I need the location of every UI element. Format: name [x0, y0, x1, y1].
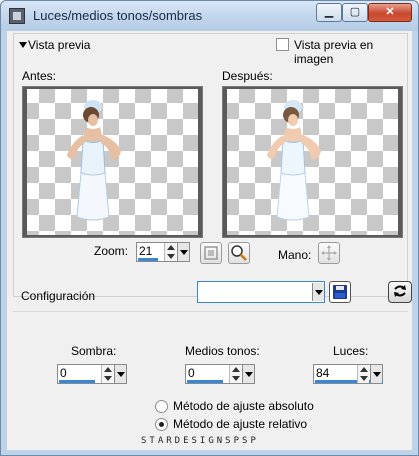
reset-arrows-icon — [394, 285, 406, 297]
zoom-to-fit-button[interactable] — [200, 242, 222, 264]
fit-icon — [204, 246, 218, 260]
floppy-disk-icon — [333, 285, 347, 299]
collapse-arrow-icon[interactable] — [19, 42, 27, 48]
preset-dropdown-button[interactable] — [312, 283, 324, 301]
midtones-dropdown-button[interactable] — [242, 365, 254, 383]
absolute-method-label[interactable]: Método de ajuste absoluto — [173, 399, 314, 413]
highlights-input[interactable] — [316, 366, 346, 380]
shadow-label: Sombra: — [71, 344, 117, 358]
highlights-label: Luces: — [333, 344, 369, 358]
shadow-dropdown-button[interactable] — [114, 365, 126, 383]
relative-method-label[interactable]: Método de ajuste relativo — [173, 417, 307, 431]
pan-label: Mano: — [278, 248, 312, 262]
pan-button[interactable] — [318, 242, 340, 264]
image-preview-checkbox[interactable] — [276, 38, 289, 51]
midtones-input[interactable] — [188, 366, 218, 380]
zoom-input[interactable] — [139, 244, 161, 258]
zoom-spinbox[interactable] — [136, 242, 190, 262]
preview-section-label[interactable]: Vista previa — [28, 38, 90, 52]
close-button[interactable]: ✕ — [368, 3, 412, 22]
absolute-method-radio[interactable] — [155, 400, 168, 413]
model-figure-image — [67, 100, 121, 221]
midtones-stepper[interactable] — [229, 365, 241, 383]
shadow-level-bar — [59, 380, 95, 383]
model-figure-image-adjusted — [267, 100, 321, 221]
zoom-tool-button[interactable] — [228, 242, 250, 264]
preview-panel: Vista previa Vista previa en imagen Ante… — [13, 33, 408, 297]
zoom-dropdown-button[interactable] — [177, 243, 189, 261]
before-preview[interactable] — [22, 86, 203, 238]
settings-row: Configuración — [13, 275, 412, 307]
highlights-dropdown-button[interactable] — [370, 365, 382, 383]
zoom-stepper[interactable] — [164, 243, 176, 261]
midtones-spinbox[interactable] — [185, 364, 255, 384]
window-title: Luces/medios tonos/sombras — [33, 8, 203, 23]
relative-method-radio[interactable] — [155, 418, 168, 431]
highlights-stepper[interactable] — [357, 365, 369, 383]
after-label: Después: — [222, 69, 273, 83]
settings-label: Configuración — [21, 289, 96, 303]
reset-button[interactable] — [388, 281, 412, 303]
after-preview[interactable] — [222, 86, 403, 238]
zoom-level-bar — [138, 258, 158, 261]
midtones-level-bar — [187, 380, 223, 383]
save-preset-button[interactable] — [329, 281, 351, 303]
app-icon — [9, 8, 25, 24]
minimize-button[interactable]: ▁ — [316, 3, 342, 22]
adjustment-panel: Sombra: Medios tonos: Luces: — [13, 311, 408, 447]
before-label: Antes: — [22, 69, 57, 83]
dialog-window: Luces/medios tonos/sombras ▁ ▢ ✕ Vista p… — [0, 0, 419, 456]
dialog-body: Vista previa Vista previa en imagen Ante… — [7, 31, 412, 450]
midtones-label: Medios tonos: — [185, 344, 260, 358]
move-icon — [321, 245, 337, 261]
maximize-button[interactable]: ▢ — [342, 3, 368, 22]
preset-combobox[interactable] — [197, 281, 325, 303]
image-preview-label[interactable]: Vista previa en imagen — [294, 38, 407, 66]
watermark-text: STARDESIGNSPSP — [141, 436, 259, 446]
title-bar[interactable]: Luces/medios tonos/sombras ▁ ▢ ✕ — [1, 1, 418, 31]
highlights-spinbox[interactable] — [313, 364, 383, 384]
shadow-stepper[interactable] — [101, 365, 113, 383]
shadow-input[interactable] — [60, 366, 90, 380]
shadow-spinbox[interactable] — [57, 364, 127, 384]
magnifier-icon — [231, 245, 247, 261]
zoom-label: Zoom: — [94, 244, 129, 258]
